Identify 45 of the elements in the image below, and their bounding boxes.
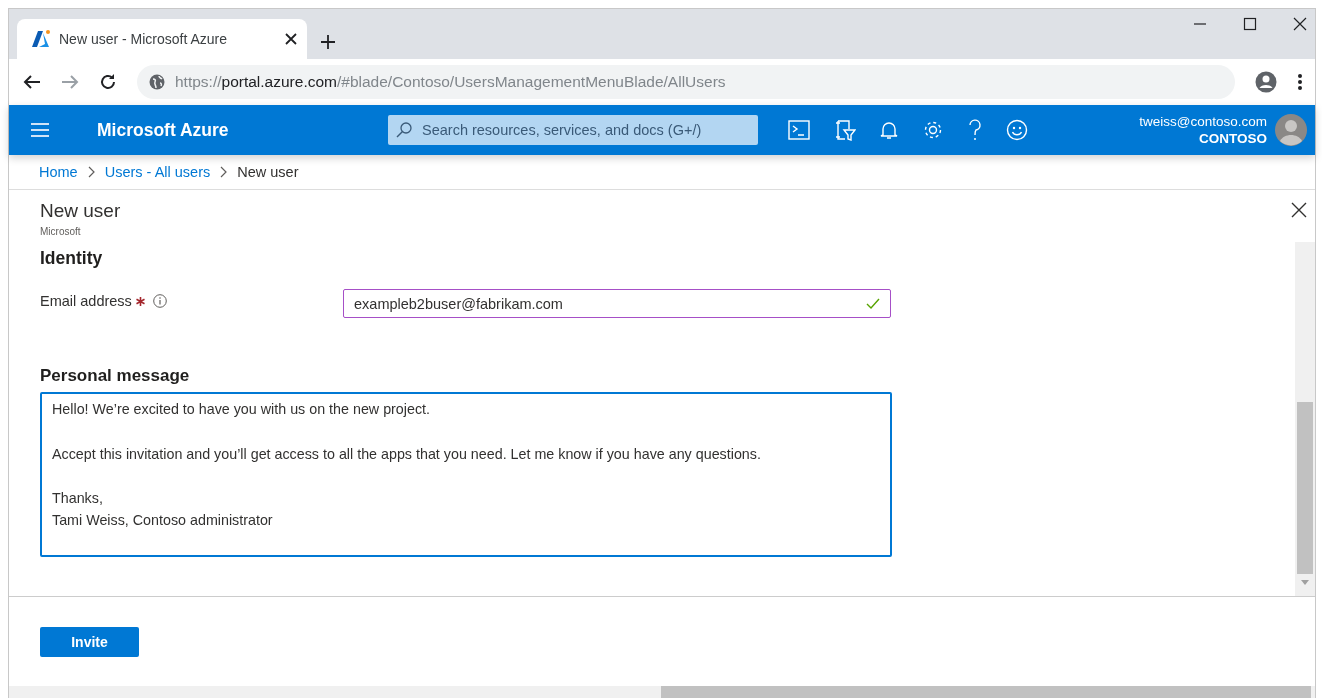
breadcrumb-link[interactable]: Users - All users: [104, 164, 211, 180]
blade-title: New user: [40, 200, 121, 222]
field-label: Email address: [40, 293, 132, 309]
forward-icon[interactable]: [61, 74, 79, 90]
scrollbar[interactable]: [1295, 242, 1315, 596]
settings-icon[interactable]: [922, 119, 944, 141]
new-tab-icon[interactable]: [321, 35, 335, 49]
address-bar[interactable]: https://portal.azure.com/#blade/Contoso/UsersManagementMenuBlade/AllUsers: [137, 65, 1235, 99]
globe-icon: [149, 74, 165, 90]
tab-title: New user - Microsoft Azure: [59, 31, 229, 47]
account-icon[interactable]: [1255, 71, 1277, 93]
azure-logo-icon: [31, 30, 51, 48]
field-label: Personal message: [40, 366, 191, 386]
url-text: https://portal.azure.com/#blade/Contoso/UsersManagementMenuBlade/AllUsers: [175, 73, 726, 91]
close-icon[interactable]: [285, 33, 297, 45]
search-icon: [396, 122, 412, 138]
message-field[interactable]: Hello! We’re excited to have you with us on the new project. Accept this invitation and you’ll get access to all the apps that you need. Let me know if you have any questions. Thanks, Tami Weiss, Contoso administrator: [40, 392, 892, 557]
menu-icon[interactable]: [1297, 73, 1303, 91]
blade-subtitle: Microsoft: [40, 226, 82, 237]
avatar-icon[interactable]: [1275, 114, 1307, 146]
account-email[interactable]: tweiss@contoso.com: [1139, 113, 1267, 130]
maximize-icon[interactable]: [1243, 17, 1257, 31]
back-icon[interactable]: [23, 74, 41, 90]
invite-button[interactable]: Invite: [40, 627, 139, 657]
portal-title[interactable]: Microsoft Azure: [97, 119, 388, 141]
search-field[interactable]: Search resources, services, and docs (G+/): [388, 115, 758, 145]
browser-tab[interactable]: New user - Microsoft Azure: [17, 19, 307, 59]
info-icon[interactable]: [152, 294, 167, 308]
chevron-icon: [220, 166, 228, 178]
close-icon[interactable]: [1291, 202, 1307, 218]
help-icon[interactable]: [968, 119, 982, 141]
reload-icon[interactable]: [99, 73, 117, 91]
email-field[interactable]: exampleb2buser@fabrikam.com: [343, 289, 891, 318]
breadcrumb-link[interactable]: Home: [39, 164, 78, 180]
breadcrumb-current: New user: [237, 164, 299, 180]
tenant-name[interactable]: CONTOSO: [1139, 130, 1267, 147]
chevron-icon: [87, 166, 95, 178]
scroll-down-icon[interactable]: [1300, 580, 1310, 586]
bell-icon[interactable]: [880, 120, 898, 140]
terminal-icon[interactable]: [788, 120, 810, 140]
close-icon[interactable]: [1293, 17, 1307, 31]
section-heading: Identity: [40, 248, 104, 269]
directory-filter-icon[interactable]: [834, 119, 856, 141]
scrollbar[interactable]: [9, 686, 1315, 698]
smiley-icon[interactable]: [1006, 119, 1028, 141]
